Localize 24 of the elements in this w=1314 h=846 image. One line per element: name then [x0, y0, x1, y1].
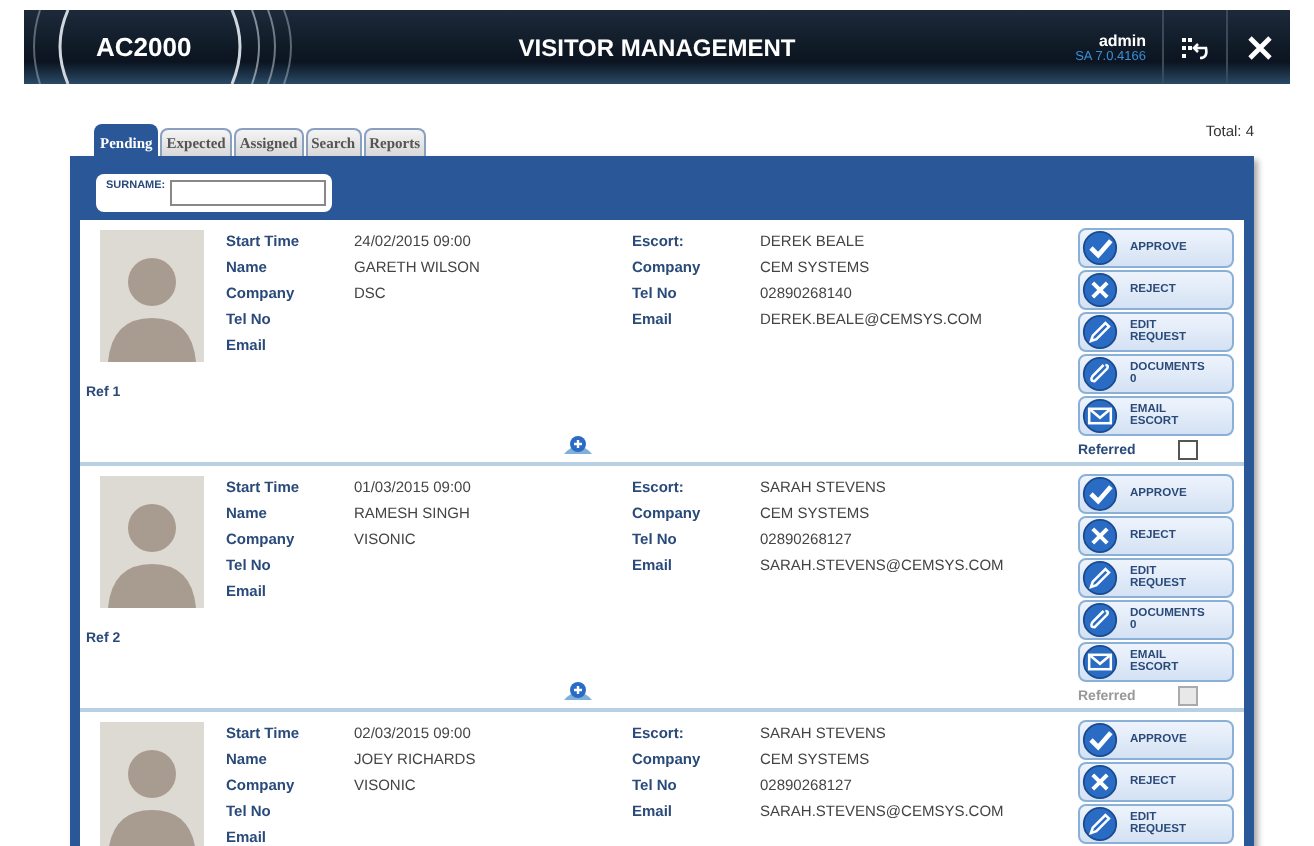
paperclip-icon — [1082, 602, 1118, 638]
expand-icon[interactable] — [564, 680, 592, 700]
photo-placeholder — [100, 230, 204, 362]
page-title: VISITOR MANAGEMENT — [518, 33, 796, 61]
check-icon — [1082, 476, 1118, 512]
envelope-icon — [1082, 398, 1118, 434]
pencil-icon — [1082, 314, 1118, 350]
envelope-icon — [1082, 644, 1118, 680]
paperclip-icon — [1082, 356, 1118, 392]
pencil-icon — [1082, 560, 1118, 596]
cross-icon — [1082, 764, 1118, 800]
close-icon — [1245, 33, 1273, 61]
expand-icon[interactable] — [564, 434, 592, 454]
user-name: admin — [1098, 31, 1146, 49]
grid-arrow-icon — [1181, 35, 1209, 59]
surname-field[interactable] — [169, 180, 326, 206]
photo-placeholder — [100, 476, 204, 608]
check-icon — [1082, 230, 1118, 266]
photo-placeholder — [100, 722, 204, 846]
logo-text: AC2000 — [96, 32, 192, 62]
cross-icon — [1082, 518, 1118, 554]
cross-icon — [1082, 272, 1118, 308]
referred-checkbox[interactable] — [1178, 440, 1198, 460]
check-icon — [1082, 722, 1118, 758]
